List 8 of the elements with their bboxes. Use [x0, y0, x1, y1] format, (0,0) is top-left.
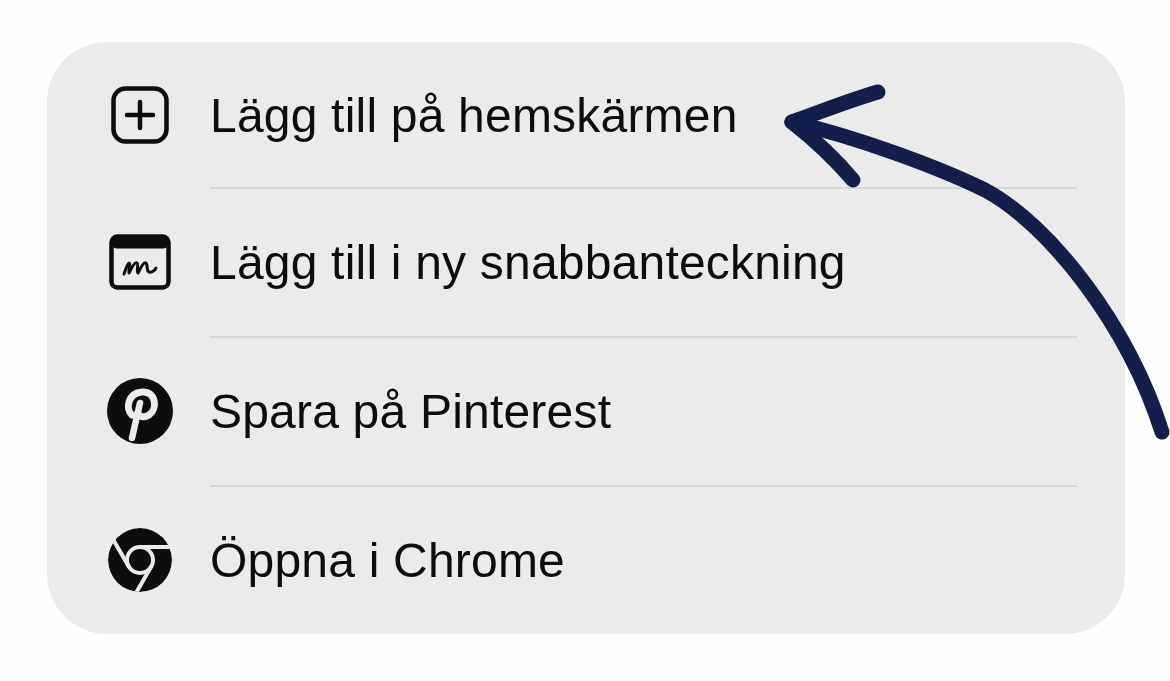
chrome-logo-icon — [108, 527, 172, 592]
menu-item[interactable]: Lägg till i ny snabbanteckning — [47, 187, 1125, 336]
menu-item[interactable]: Lägg till på hemskärmen — [47, 42, 1125, 187]
handwriting-note-icon — [109, 233, 171, 290]
pinterest-logo-icon — [107, 377, 173, 444]
menu-item[interactable]: Öppna i Chrome — [47, 485, 1125, 634]
menu-item[interactable]: Spara på Pinterest — [47, 336, 1125, 485]
plus-square-icon — [111, 85, 169, 144]
